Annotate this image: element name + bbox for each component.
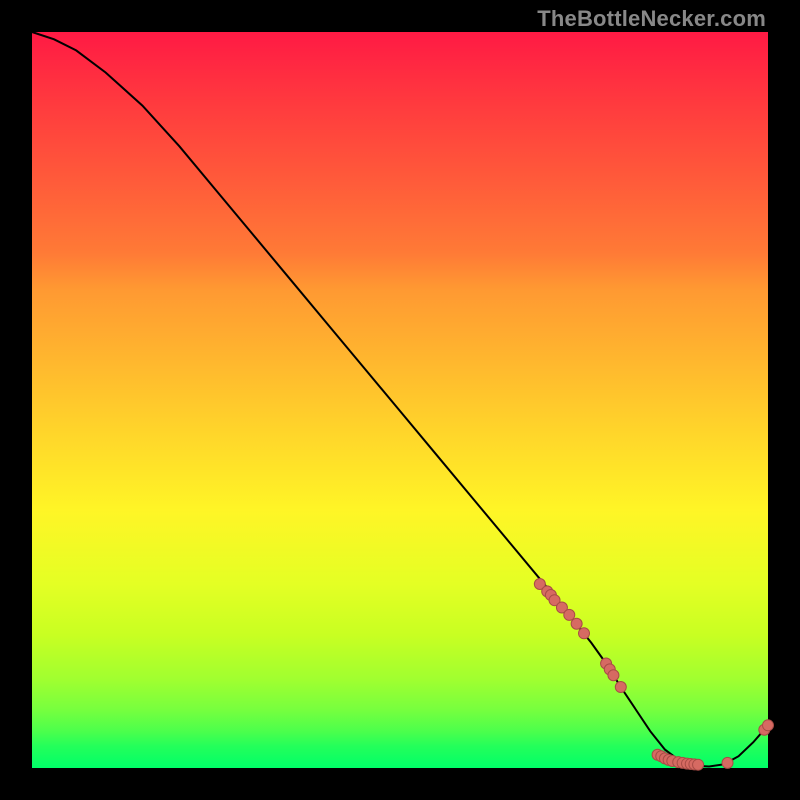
bottleneck-curve	[32, 32, 768, 767]
chart-overlay-svg	[32, 32, 768, 768]
data-marker	[693, 759, 704, 770]
data-marker	[579, 628, 590, 639]
chart-stage: TheBottleNecker.com	[0, 0, 800, 800]
data-marker	[722, 757, 733, 768]
watermark-text: TheBottleNecker.com	[537, 6, 766, 32]
marker-group	[534, 579, 773, 771]
data-marker	[615, 682, 626, 693]
data-marker	[564, 609, 575, 620]
data-marker	[571, 618, 582, 629]
data-marker	[763, 720, 774, 731]
data-marker	[608, 670, 619, 681]
